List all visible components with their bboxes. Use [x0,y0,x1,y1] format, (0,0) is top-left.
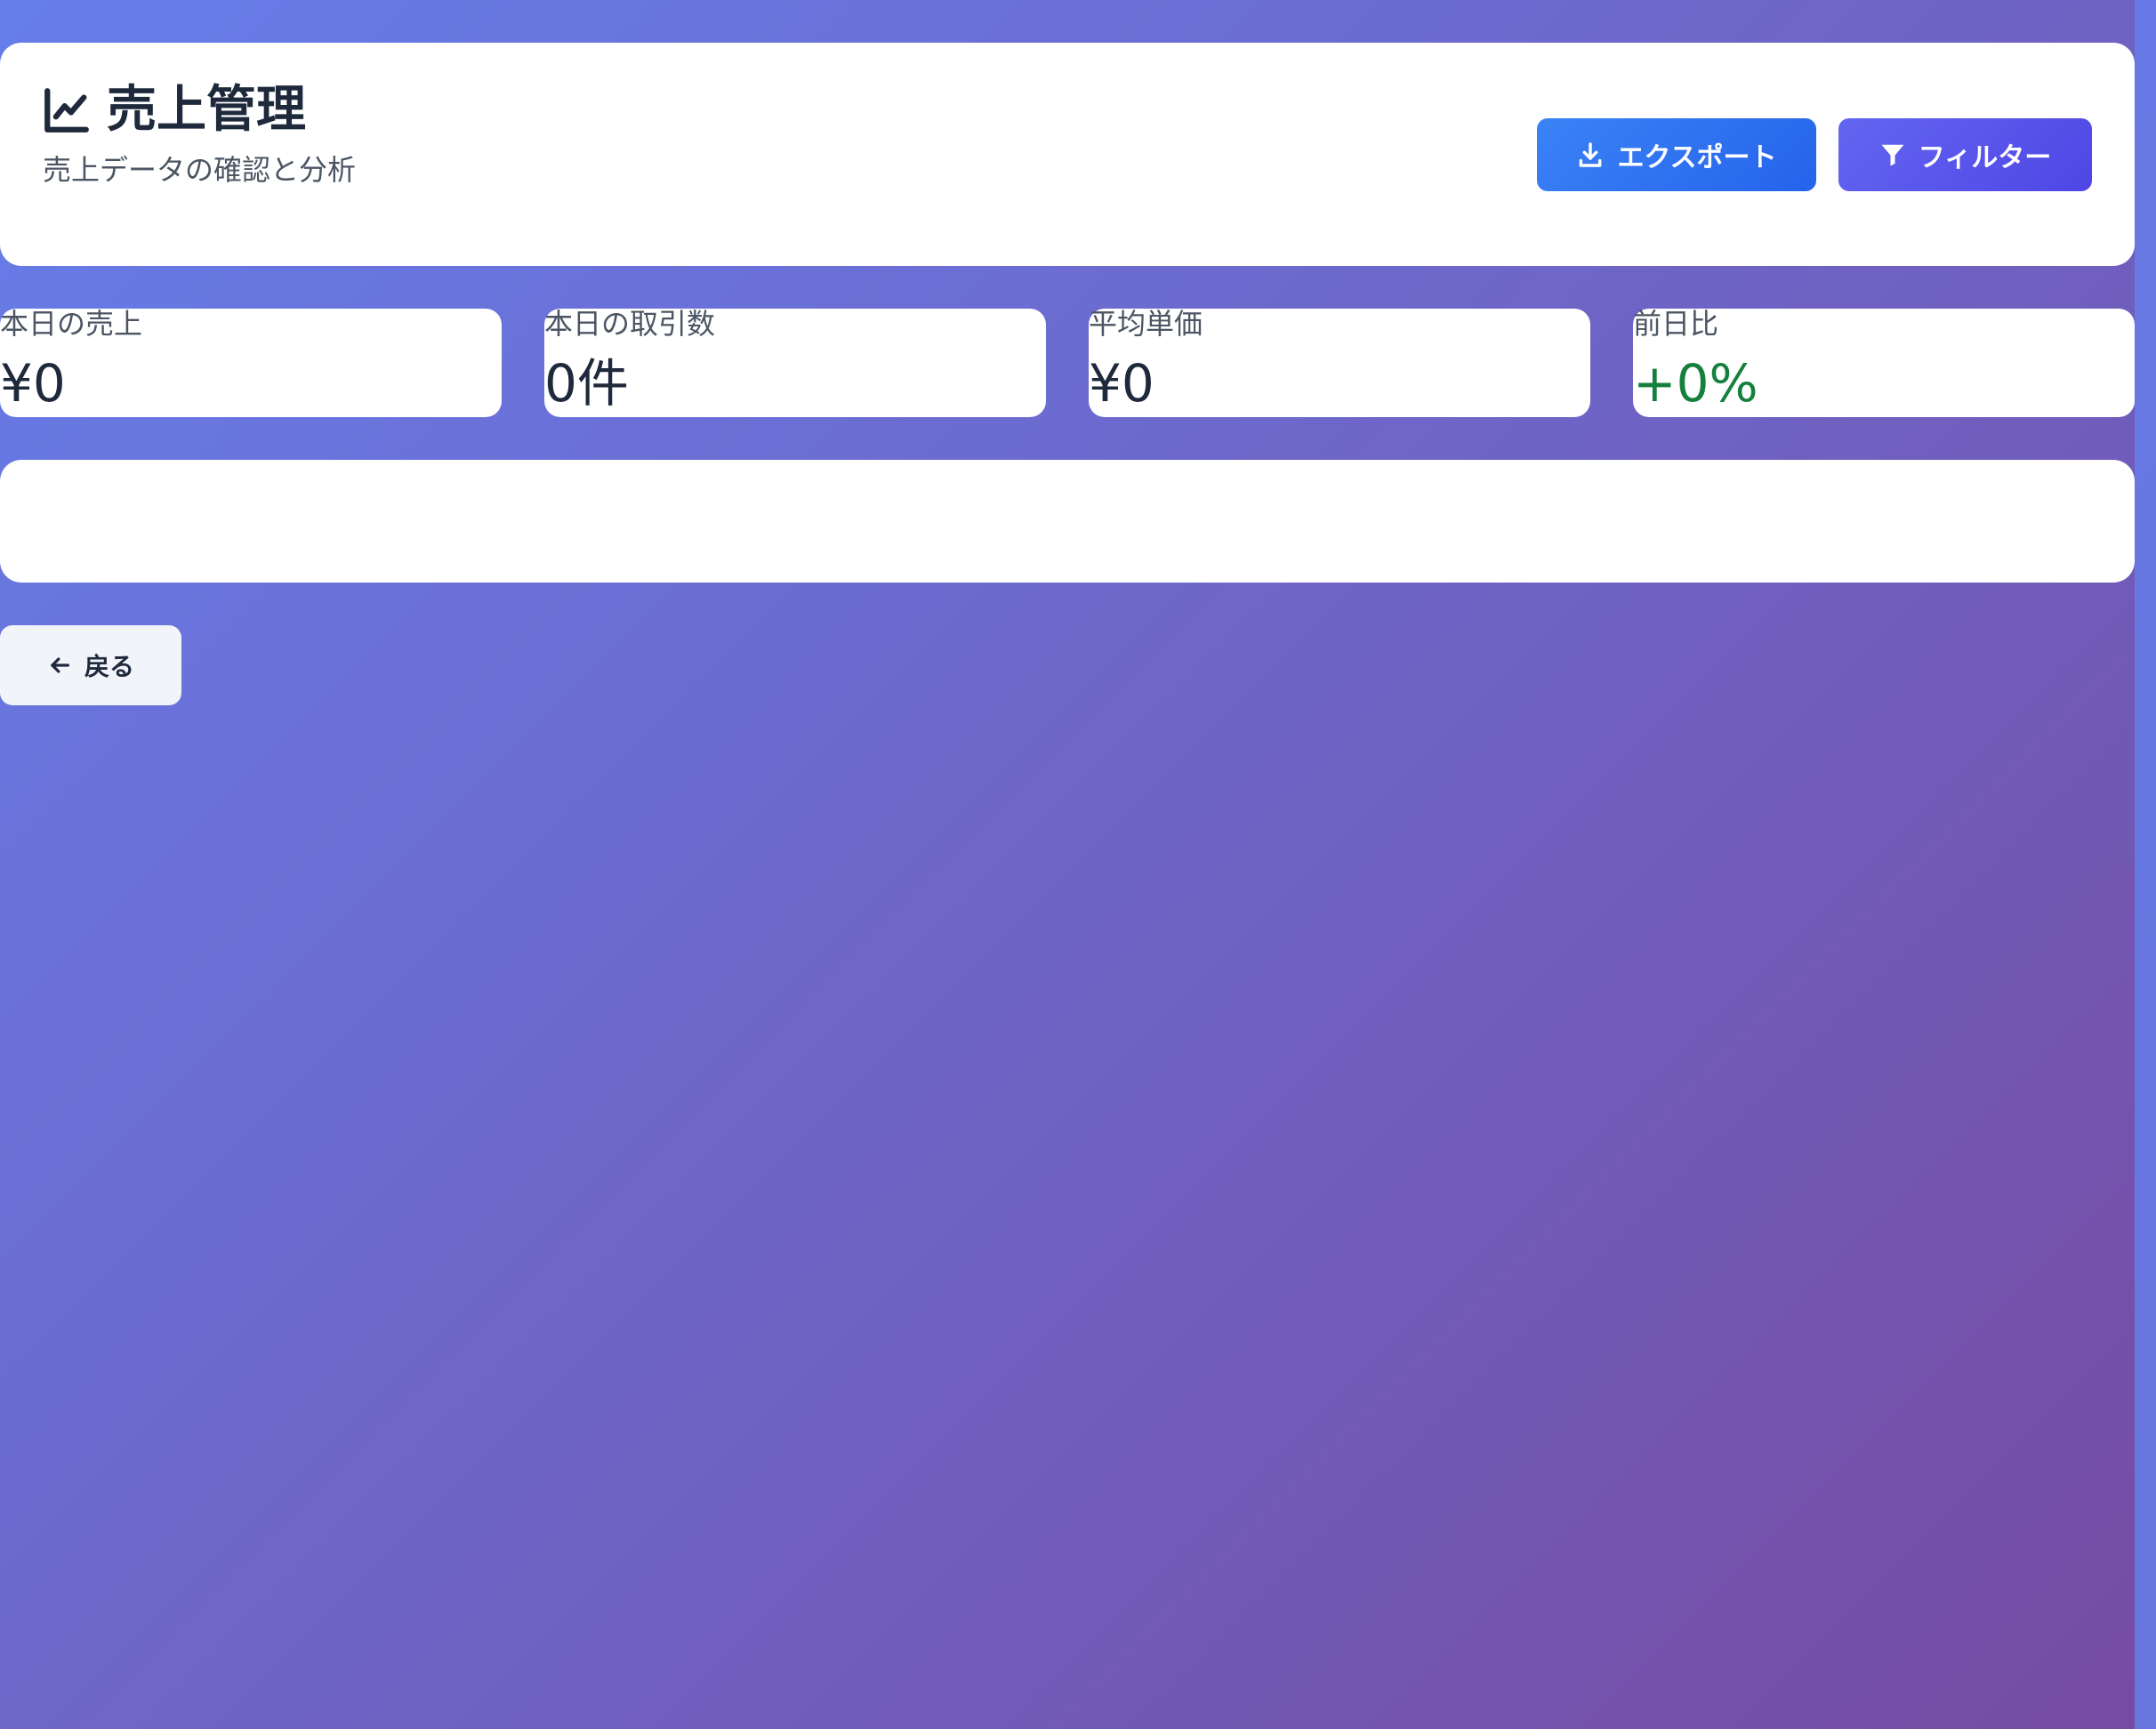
scrollbar[interactable] [2135,0,2156,1729]
export-button-label: エクスポート [1617,142,1777,173]
chart-line-icon [44,88,89,133]
stat-card-today-transactions: 本日の取引数 0件 [544,307,1046,417]
back-button-label: 戻る [84,652,134,681]
stat-label: 本日の取引数 [544,307,716,341]
filter-icon [1881,144,1904,166]
page-subtitle: 売上データの確認と分析 [43,153,357,187]
stat-label: 本日の売上 [0,307,143,341]
download-icon [1580,142,1602,167]
filter-button-label: フィルター [1918,142,2052,173]
page-header: 売上管理 売上データの確認と分析 エクスポート フィルター [0,43,2135,266]
filter-button[interactable]: フィルター [1838,118,2092,191]
stat-card-day-over-day: 前日比 +0% [1633,307,2135,417]
stat-value: 0件 [544,353,629,414]
arrow-left-icon [51,657,69,673]
back-button[interactable]: 戻る [0,625,181,705]
export-button[interactable]: エクスポート [1537,118,1816,191]
stat-value: +0% [1633,353,1758,414]
stat-label: 平均単価 [1089,307,1203,341]
stat-card-average-price: 平均単価 ¥0 [1089,307,1590,417]
stat-card-today-sales: 本日の売上 ¥0 [0,307,502,417]
title-row: 売上管理 [41,81,306,139]
page-title: 売上管理 [107,81,306,139]
sales-content-panel [0,460,2135,583]
stat-label: 前日比 [1633,307,1719,341]
stat-value: ¥0 [1089,353,1154,414]
stat-value: ¥0 [0,353,66,414]
